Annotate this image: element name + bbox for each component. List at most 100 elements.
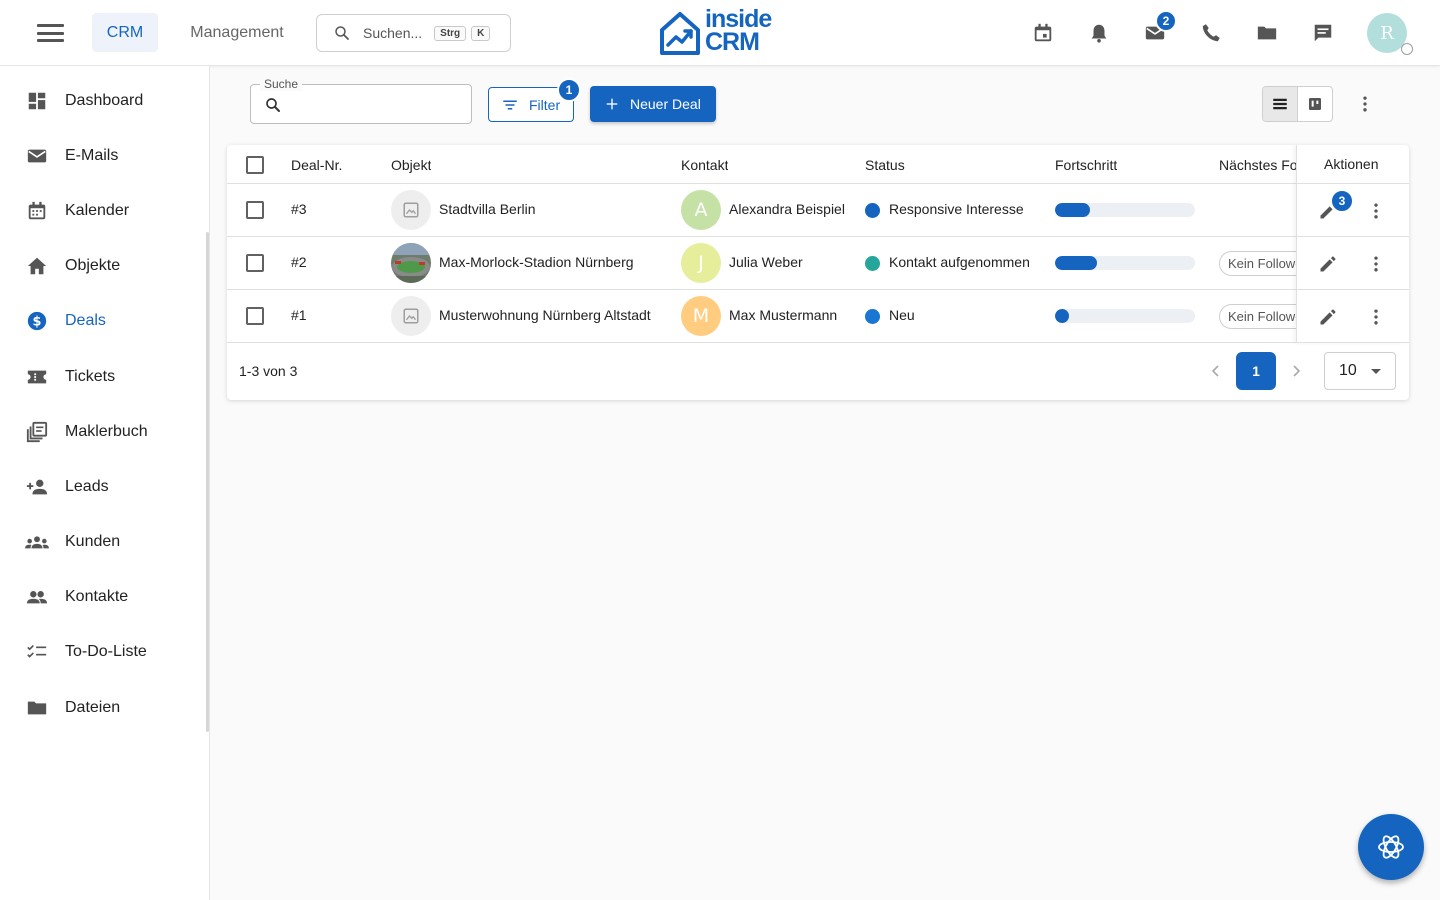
sidebar-scrollbar[interactable]	[206, 232, 209, 732]
phone-icon[interactable]	[1197, 19, 1225, 47]
column-status[interactable]: Status	[865, 157, 905, 173]
top-bar: CRM Management Suchen... Strg K inside C…	[0, 0, 1440, 66]
groups-icon	[25, 530, 49, 554]
rows-per-page-select[interactable]: 10	[1324, 352, 1396, 390]
global-search[interactable]: Suchen... Strg K	[316, 14, 511, 52]
contact-name[interactable]: Max Mustermann	[729, 307, 837, 323]
sidebar-item-label: Leads	[65, 478, 109, 495]
sidebar-item-objekte[interactable]: Objekte	[0, 244, 205, 288]
sidebar-item-label: Tickets	[65, 368, 116, 385]
progress-bar	[1055, 309, 1195, 323]
global-search-placeholder: Suchen...	[363, 25, 423, 41]
sidebar-item-label: Kunden	[65, 533, 121, 550]
row-checkbox[interactable]	[246, 254, 264, 272]
status-label: Neu	[889, 307, 915, 323]
table-row[interactable]: #1 Musterwohnung Nürnberg Altstadt M Max…	[227, 290, 1409, 343]
column-deal-nr[interactable]: Deal-Nr.	[291, 157, 342, 173]
filter-icon	[503, 100, 517, 109]
table-row[interactable]: #2 Max-Morlock-Stadion Nürnberg J Julia …	[227, 237, 1409, 290]
column-aktionen: Aktionen	[1297, 145, 1409, 184]
bell-icon[interactable]	[1085, 19, 1113, 47]
contact-name[interactable]: Julia Weber	[729, 254, 803, 270]
checklist-icon	[25, 640, 49, 664]
image-placeholder-icon	[403, 308, 419, 324]
ticket-icon	[25, 365, 49, 389]
logo-house-icon	[660, 12, 700, 55]
more-vert-icon[interactable]	[1364, 252, 1388, 276]
sidebar-item-deals[interactable]: $ Deals	[0, 299, 205, 343]
filter-button[interactable]: Filter 1	[488, 78, 581, 122]
menu-icon[interactable]	[37, 24, 64, 42]
chevron-right-icon[interactable]	[1289, 362, 1303, 380]
page-button[interactable]: 1	[1236, 352, 1276, 390]
contact-name[interactable]: Alexandra Beispiel	[729, 201, 845, 217]
edit-icon[interactable]	[1316, 305, 1340, 329]
logo-text: inside CRM	[705, 5, 772, 56]
chevron-left-icon[interactable]	[1209, 362, 1223, 380]
edit-icon[interactable]: 3	[1316, 189, 1354, 223]
more-vert-icon[interactable]	[1353, 92, 1377, 116]
home-icon	[25, 254, 49, 278]
object-thumbnail	[391, 190, 431, 230]
row-actions: 3	[1297, 184, 1409, 237]
table-row[interactable]: #3 Stadtvilla Berlin A Alexandra Beispie…	[227, 184, 1409, 237]
tab-management[interactable]: Management	[174, 13, 300, 52]
sidebar-item-label: Kontakte	[65, 588, 129, 605]
calendar-icon[interactable]	[1029, 19, 1057, 47]
row-checkbox[interactable]	[246, 307, 264, 325]
edit-icon[interactable]	[1316, 252, 1340, 276]
logo[interactable]: inside CRM	[658, 5, 782, 58]
object-thumbnail	[391, 243, 431, 283]
image-placeholder-icon	[403, 202, 419, 218]
progress-bar	[1055, 256, 1195, 270]
shortcut-key-k: K	[471, 25, 491, 41]
row-checkbox[interactable]	[246, 201, 264, 219]
deal-search-input[interactable]: Suche	[250, 77, 472, 124]
edit-badge: 3	[1330, 189, 1354, 213]
folder-icon[interactable]	[1253, 19, 1281, 47]
object-name[interactable]: Max-Morlock-Stadion Nürnberg	[439, 254, 634, 270]
chat-icon[interactable]	[1309, 19, 1337, 47]
ai-assistant-button[interactable]	[1358, 814, 1424, 880]
sidebar-item-maklerbuch[interactable]: Maklerbuch	[0, 410, 205, 454]
sidebar-item-tickets[interactable]: Tickets	[0, 355, 205, 399]
sidebar-item-kunden[interactable]: Kunden	[0, 520, 205, 564]
board-view-icon[interactable]	[1298, 87, 1333, 121]
column-objekt[interactable]: Objekt	[391, 157, 431, 173]
deals-table: Deal-Nr. Objekt Kontakt Status Fortschri…	[227, 145, 1409, 400]
column-kontakt[interactable]: Kontakt	[681, 157, 728, 173]
status-dot	[865, 256, 880, 271]
mail-icon	[25, 144, 49, 168]
filter-label: Filter	[529, 96, 561, 113]
library-icon	[25, 420, 49, 444]
row-actions	[1297, 237, 1409, 290]
sidebar-item-label: Kalender	[65, 202, 130, 219]
new-deal-button[interactable]: Neuer Deal	[590, 86, 716, 122]
sidebar-item-emails[interactable]: E-Mails	[0, 134, 205, 178]
tab-crm[interactable]: CRM	[92, 13, 158, 52]
sidebar-item-todo[interactable]: To-Do-Liste	[0, 630, 205, 674]
sidebar-item-dashboard[interactable]: Dashboard	[0, 79, 205, 123]
row-actions	[1297, 290, 1409, 343]
sidebar-item-leads[interactable]: Leads	[0, 465, 205, 509]
object-name[interactable]: Stadtvilla Berlin	[439, 201, 536, 217]
more-vert-icon[interactable]	[1364, 305, 1388, 329]
select-all-checkbox[interactable]	[246, 156, 264, 174]
more-vert-icon[interactable]	[1364, 199, 1388, 223]
sidebar-item-kalender[interactable]: Kalender	[0, 189, 205, 233]
column-naechstes-followup[interactable]: Nächstes Follow-up	[1219, 157, 1296, 173]
list-view-icon[interactable]	[1263, 87, 1298, 121]
mail-icon[interactable]: 2	[1141, 10, 1177, 47]
user-avatar[interactable]: R	[1367, 13, 1413, 55]
object-name[interactable]: Musterwohnung Nürnberg Altstadt	[439, 307, 651, 323]
person-add-icon	[25, 475, 49, 499]
chevron-down-icon	[1371, 369, 1381, 374]
sidebar-item-kontakte[interactable]: Kontakte	[0, 575, 205, 619]
mail-badge: 2	[1155, 10, 1177, 32]
shortcut-key-strg: Strg	[434, 25, 467, 41]
filter-badge: 1	[557, 78, 581, 102]
sidebar-item-dateien[interactable]: Dateien	[0, 686, 205, 730]
contact-avatar: J	[681, 243, 721, 283]
column-fortschritt[interactable]: Fortschritt	[1055, 157, 1117, 173]
deal-search-label: Suche	[260, 77, 303, 91]
